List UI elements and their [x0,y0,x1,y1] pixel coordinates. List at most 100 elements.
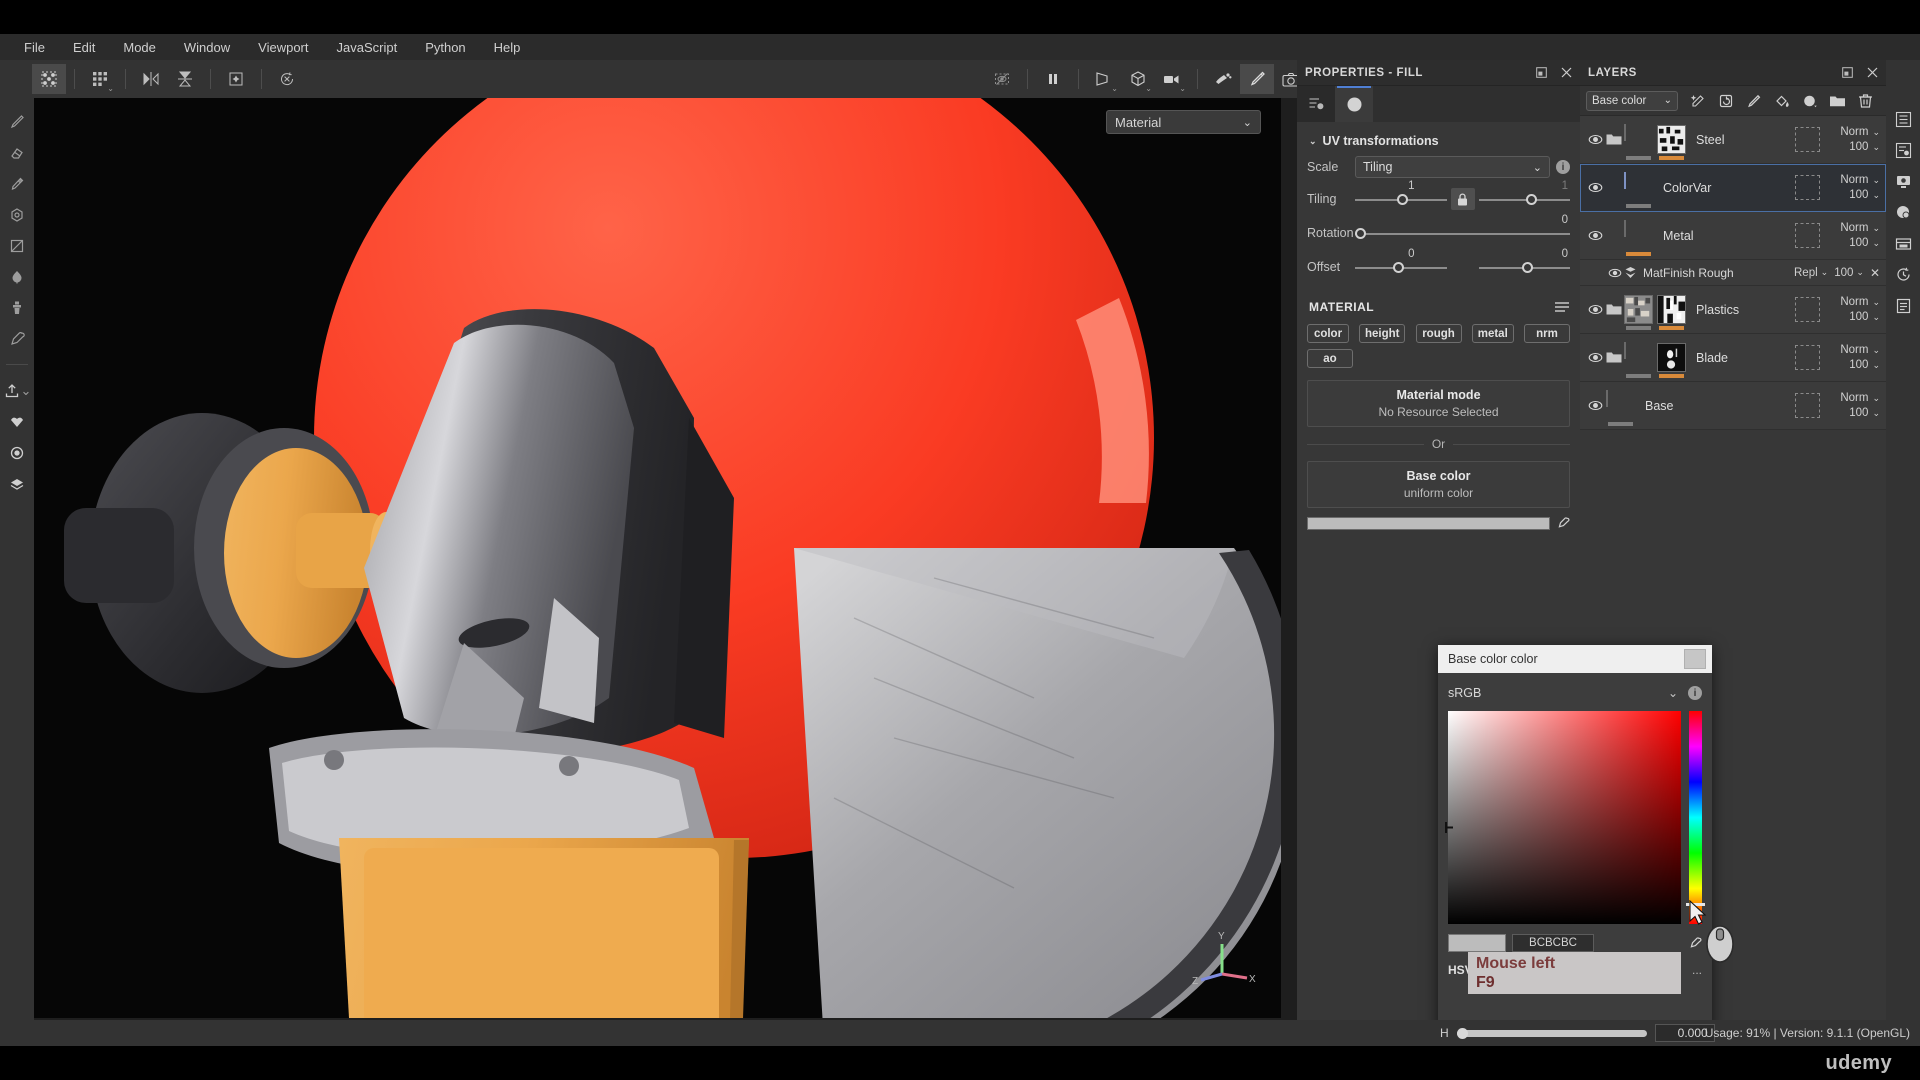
layer-opacity[interactable]: 100 ⌄ [1849,141,1880,153]
hue-status-slider[interactable]: H 0.000 [1440,1024,1715,1042]
table-row[interactable]: ColorVar Norm ⌄ 100 ⌄ [1580,164,1886,212]
layer-thumbnail[interactable] [1624,342,1653,378]
layer-mask-slot[interactable] [1795,223,1820,248]
folder-icon[interactable] [1604,351,1624,364]
layer-visibility-icon[interactable] [1586,134,1604,145]
table-row[interactable]: Plastics Norm ⌄ 100 ⌄ [1580,286,1886,334]
shader-settings-icon[interactable] [1888,197,1918,228]
uv-layout-icon[interactable] [32,64,66,94]
geometry-decal-tool-icon[interactable] [2,199,32,230]
layer-blend-mode[interactable]: Norm ⌄ [1840,126,1880,138]
layer-thumbnail[interactable] [1624,124,1653,160]
table-row[interactable]: Metal Norm ⌄ 100 ⌄ [1580,212,1886,260]
mirror-icon[interactable] [168,64,202,94]
properties-tab-settings[interactable] [1297,86,1335,122]
material-brush-icon[interactable] [1206,64,1240,94]
delete-layer-icon[interactable] [1853,89,1878,113]
offset-v-slider[interactable]: 0 [1478,248,1570,278]
layer-mask-slot[interactable] [1795,127,1820,152]
tiling-u-slider[interactable]: 1 [1355,180,1447,210]
layer-mask-slot[interactable] [1795,175,1820,200]
export-tool-icon[interactable]: ⌄ [2,375,32,406]
scale-dropdown[interactable]: Tiling ⌄ [1355,156,1550,178]
folder-icon[interactable] [1604,133,1624,146]
shading-mode-icon[interactable]: ⌄ [1121,64,1155,94]
layer-visibility-icon[interactable] [1586,304,1604,315]
layer-opacity[interactable]: 100 ⌄ [1849,407,1880,419]
menu-item-file[interactable]: File [10,37,59,58]
tiling-v-slider[interactable]: 1 [1478,180,1570,210]
tiling-v-knob[interactable] [1526,193,1538,205]
pivot-icon[interactable] [219,64,253,94]
reset-icon[interactable] [270,64,304,94]
bake-tool-icon[interactable] [2,406,32,437]
rotation-slider[interactable]: 0 [1355,214,1570,244]
layer-opacity[interactable]: 100 ⌄ [1849,237,1880,249]
layers-close-icon[interactable] [1867,67,1878,78]
uv-transformations-section-header[interactable]: ⌄ UV transformations [1309,134,1570,148]
offset-u-knob[interactable] [1393,261,1405,273]
layer-thumbnail[interactable] [1606,390,1635,426]
effect-visibility-icon[interactable] [1606,268,1624,278]
paint-tool-icon[interactable] [2,106,32,137]
sv-gradient-box[interactable] [1445,711,1681,924]
channel-chip-nrm[interactable]: nrm [1524,324,1570,343]
hex-preview-swatch[interactable] [1448,934,1506,952]
layer-mask-slot[interactable] [1795,345,1820,370]
menu-item-mode[interactable]: Mode [109,37,170,58]
clone-tool-icon[interactable] [2,292,32,323]
texture-set-list-icon[interactable] [1888,228,1918,259]
viewport-3d[interactable]: Material ⌄ Y X Z [34,98,1281,1018]
base-color-dropzone[interactable]: Base color uniform color [1307,461,1570,508]
hue-slider[interactable] [1686,711,1705,924]
color-space-info-icon[interactable]: i [1688,686,1702,700]
layer-visibility-icon[interactable] [1586,182,1604,193]
channel-chip-height[interactable]: height [1359,324,1406,343]
history-icon[interactable] [1888,259,1918,290]
hex-input[interactable]: BCBCBC [1512,934,1594,952]
base-color-swatch[interactable] [1307,516,1550,530]
layer-mask-slot[interactable] [1795,297,1820,322]
eyedropper-icon[interactable] [1556,516,1570,530]
eraser-tool-icon[interactable] [2,137,32,168]
menu-item-window[interactable]: Window [170,37,244,58]
paint-brush-icon[interactable] [1240,64,1274,94]
symmetry-icon[interactable] [134,64,168,94]
layers-channel-selector[interactable]: Base color ⌄ [1586,90,1678,111]
table-row[interactable]: Steel Norm ⌄ 100 ⌄ [1580,116,1886,164]
effect-blend-mode[interactable]: Repl ⌄ [1794,267,1828,279]
menu-item-help[interactable]: Help [480,37,535,58]
menu-item-viewport[interactable]: Viewport [244,37,322,58]
log-icon[interactable] [1888,290,1918,321]
properties-tab-material[interactable] [1335,86,1373,122]
projection-tool-icon[interactable] [2,168,32,199]
tiling-u-knob[interactable] [1397,193,1409,205]
layers-float-icon[interactable] [1842,67,1853,78]
tiling-lock-icon[interactable] [1450,188,1475,210]
table-row[interactable]: Base Norm ⌄ 100 ⌄ [1580,382,1886,430]
hue-status-track[interactable] [1456,1027,1647,1039]
add-adjustment-icon[interactable] [1713,89,1738,113]
rotation-knob[interactable] [1355,227,1366,239]
properties-float-icon[interactable] [1536,67,1547,78]
chevron-down-icon[interactable]: ⌄ [1668,686,1678,700]
layer-thumbnail[interactable] [1624,172,1653,208]
effect-opacity[interactable]: 100 ⌄ [1834,267,1864,279]
add-fill-layer-icon[interactable] [1769,89,1794,113]
add-folder-icon[interactable] [1825,89,1850,113]
hue-status-knob[interactable] [1456,1027,1468,1039]
layer-mask-thumbnail[interactable] [1657,295,1686,330]
material-options-icon[interactable] [1554,300,1570,314]
layer-opacity[interactable]: 100 ⌄ [1849,189,1880,201]
layer-opacity[interactable]: 100 ⌄ [1849,359,1880,371]
layer-blend-mode[interactable]: Norm ⌄ [1840,296,1880,308]
layer-thumbnail[interactable] [1624,295,1653,330]
list-item[interactable]: MatFinish Rough Repl ⌄ 100 ⌄ ✕ [1580,260,1886,286]
layers-panel-icon[interactable] [1888,104,1918,135]
add-smart-material-icon[interactable] [1797,89,1822,113]
add-paint-layer-icon[interactable] [1741,89,1766,113]
display-settings-icon[interactable] [1888,166,1918,197]
offset-v-knob[interactable] [1522,261,1534,273]
material-mode-dropzone[interactable]: Material mode No Resource Selected [1307,380,1570,427]
assets-tool-icon[interactable] [2,468,32,499]
